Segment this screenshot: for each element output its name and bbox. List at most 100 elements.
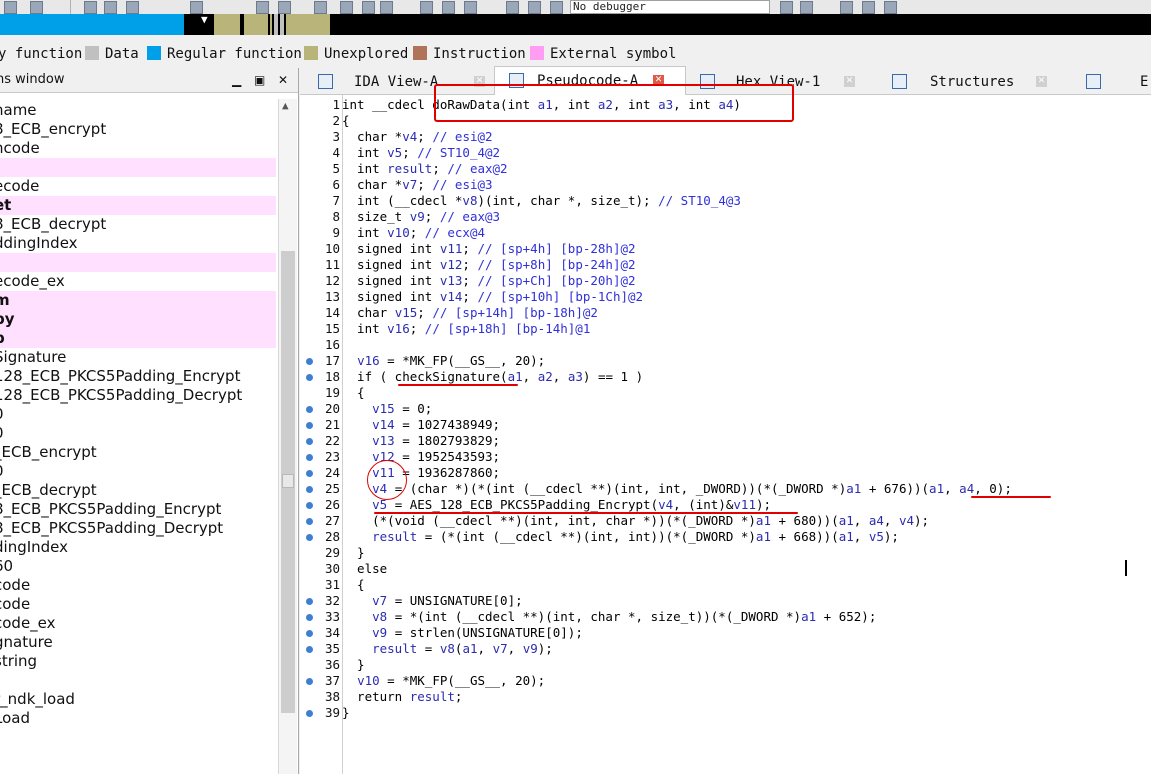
function-list-item[interactable]: gnature — [0, 633, 276, 652]
code-text[interactable]: int v10; // ecx@4 — [342, 225, 485, 241]
code-line[interactable]: 20 v15 = 0; — [300, 401, 1151, 417]
function-list-item[interactable]: Load — [0, 709, 276, 728]
code-text[interactable]: result = (*(int (__cdecl **)(int, int))(… — [342, 529, 899, 545]
code-line[interactable]: 31 { — [300, 577, 1151, 593]
function-list-item[interactable]: 0 — [0, 424, 276, 443]
code-text[interactable]: v10 = *MK_FP(__GS__, 20); — [342, 673, 545, 689]
code-line[interactable]: 24 v11 = 1936287860; — [300, 465, 1151, 481]
navigation-band[interactable]: ▼ — [0, 14, 1151, 35]
code-line[interactable]: 18 if ( checkSignature(a1, a2, a3) == 1 … — [300, 369, 1151, 385]
code-line[interactable]: 5 int result; // eax@2 — [300, 161, 1151, 177]
code-line[interactable]: 29 } — [300, 545, 1151, 561]
function-list-item[interactable]: code — [0, 576, 276, 595]
nav-segment-data[interactable] — [280, 14, 284, 35]
nav-segment-gap[interactable] — [184, 14, 214, 35]
forward-icon[interactable] — [30, 1, 43, 14]
code-line[interactable]: 7 int (__cdecl *v8)(int, char *, size_t)… — [300, 193, 1151, 209]
code-text[interactable]: v5 = AES_128_ECB_PKCS5Padding_Encrypt(v4… — [342, 497, 771, 513]
code-line[interactable]: 30 else — [300, 561, 1151, 577]
code-text[interactable]: signed int v11; // [sp+4h] [bp-28h]@2 — [342, 241, 635, 257]
code-text[interactable]: size_t v9; // eax@3 — [342, 209, 500, 225]
code-text[interactable]: v4 = (char *)(*(int (__cdecl **)(int, in… — [342, 481, 1012, 497]
function-list-item[interactable] — [0, 158, 276, 177]
code-text[interactable]: signed int v12; // [sp+8h] [bp-24h]@2 — [342, 257, 635, 273]
code-line[interactable]: 6 char *v7; // esi@3 — [300, 177, 1151, 193]
function-list-scrollbar[interactable]: ▲ — [278, 99, 297, 774]
function-list-item[interactable]: et — [0, 196, 276, 215]
close-tab-icon[interactable]: ✕ — [1036, 76, 1047, 87]
data-icon[interactable] — [340, 1, 353, 14]
debugger-select[interactable]: No debugger — [570, 0, 770, 14]
function-list-item[interactable]: _ECB_decrypt — [0, 481, 276, 500]
code-line[interactable]: 15 int v16; // [sp+18h] [bp-14h]@1 — [300, 321, 1151, 337]
code-line[interactable]: 4 int v5; // ST10_4@2 — [300, 145, 1151, 161]
code-line[interactable]: 13 signed int v14; // [sp+10h] [bp-1Ch]@… — [300, 289, 1151, 305]
code-text[interactable]: v13 = 1802793829; — [342, 433, 500, 449]
code-line[interactable]: 32 v7 = UNSIGNATURE[0]; — [300, 593, 1151, 609]
code-line[interactable]: 33 v8 = *(int (__cdecl **)(int, char *, … — [300, 609, 1151, 625]
code-text[interactable]: else — [342, 561, 387, 577]
code-text[interactable]: v8 = *(int (__cdecl **)(int, char *, siz… — [342, 609, 876, 625]
pseudocode-editor[interactable]: 1 int __cdecl doRawData(int a1, int a2, i… — [300, 95, 1151, 774]
code-text[interactable]: return result; — [342, 689, 462, 705]
function-list-item[interactable]: ecode_ex — [0, 272, 276, 291]
nav-segment-data[interactable] — [274, 14, 278, 35]
code-line[interactable]: 11 signed int v12; // [sp+8h] [bp-24h]@2 — [300, 257, 1151, 273]
function-list-item[interactable]: 60 — [0, 557, 276, 576]
nav-segment-unexplored[interactable] — [214, 14, 240, 35]
nav-segment-unexplored[interactable] — [244, 14, 268, 35]
function-list-item[interactable] — [0, 671, 276, 690]
code-line[interactable]: 14 char v15; // [sp+14h] [bp-18h]@2 — [300, 305, 1151, 321]
pause-icon[interactable] — [528, 1, 541, 14]
struct-icon[interactable] — [84, 1, 97, 14]
function-list-item[interactable]: Signature — [0, 348, 276, 367]
stop-debug-icon[interactable] — [550, 1, 563, 14]
code-line[interactable]: 26 v5 = AES_128_ECB_PKCS5Padding_Encrypt… — [300, 497, 1151, 513]
debugger-options-icon[interactable] — [780, 1, 793, 14]
code-line[interactable]: 17 v16 = *MK_FP(__GS__, 20); — [300, 353, 1151, 369]
code-text[interactable]: if ( checkSignature(a1, a2, a3) == 1 ) — [342, 369, 643, 385]
code-icon[interactable] — [314, 1, 327, 14]
strings-icon[interactable] — [862, 1, 875, 14]
code-line[interactable]: 9 int v10; // ecx@4 — [300, 225, 1151, 241]
code-text[interactable]: char *v4; // esi@2 — [342, 129, 493, 145]
code-text[interactable]: v9 = strlen(UNSIGNATURE[0]); — [342, 625, 583, 641]
code-text[interactable]: int result; // eax@2 — [342, 161, 508, 177]
patch-icon[interactable] — [420, 1, 433, 14]
code-line[interactable]: 34 v9 = strlen(UNSIGNATURE[0]); — [300, 625, 1151, 641]
code-line[interactable]: 23 v12 = 1952543593; — [300, 449, 1151, 465]
minimize-icon[interactable]: ▁ — [232, 68, 241, 92]
code-text[interactable]: char v15; // [sp+14h] [bp-18h]@2 — [342, 305, 598, 321]
restore-icon[interactable]: ▣ — [254, 68, 265, 92]
enum-icon[interactable] — [104, 1, 117, 14]
code-line[interactable]: 28 result = (*(int (__cdecl **)(int, int… — [300, 529, 1151, 545]
code-text[interactable]: v16 = *MK_FP(__GS__, 20); — [342, 353, 545, 369]
code-text[interactable]: signed int v14; // [sp+10h] [bp-1Ch]@2 — [342, 289, 643, 305]
function-list-item[interactable]: 8_ECB_PKCS5Padding_Encrypt — [0, 500, 276, 519]
function-list-item[interactable]: py — [0, 310, 276, 329]
code-line[interactable]: 37 v10 = *MK_FP(__GS__, 20); — [300, 673, 1151, 689]
array-icon[interactable] — [442, 1, 455, 14]
function-list-item[interactable]: code_ex — [0, 614, 276, 633]
code-line[interactable]: 10 signed int v11; // [sp+4h] [bp-28h]@2 — [300, 241, 1151, 257]
close-tab-icon[interactable]: ✕ — [844, 76, 855, 87]
code-line[interactable]: 3 char *v4; // esi@2 — [300, 129, 1151, 145]
code-text[interactable]: int v5; // ST10_4@2 — [342, 145, 500, 161]
code-text[interactable]: int (__cdecl *v8)(int, char *, size_t); … — [342, 193, 741, 209]
code-text[interactable]: v7 = UNSIGNATURE[0]; — [342, 593, 523, 609]
code-line[interactable]: 36 } — [300, 657, 1151, 673]
undefine-icon[interactable] — [464, 1, 477, 14]
function-list-item[interactable]: code — [0, 595, 276, 614]
code-text[interactable]: signed int v13; // [sp+Ch] [bp-20h]@2 — [342, 273, 635, 289]
function-list-item[interactable]: 0 — [0, 462, 276, 481]
code-text[interactable]: } — [342, 657, 365, 673]
code-text[interactable]: } — [342, 705, 350, 721]
function-list-item[interactable]: : — [0, 253, 276, 272]
function-list-item[interactable]: 128_ECB_PKCS5Padding_Encrypt — [0, 367, 276, 386]
code-line[interactable]: 12 signed int v13; // [sp+Ch] [bp-20h]@2 — [300, 273, 1151, 289]
function-list-item[interactable]: 8_ECB_encrypt — [0, 120, 276, 139]
function-list-item[interactable]: 128_ECB_PKCS5Padding_Decrypt — [0, 386, 276, 405]
tab-structures[interactable]: Structures ✕ — [890, 68, 1060, 94]
code-line[interactable]: 38 return result; — [300, 689, 1151, 705]
undo-icon[interactable] — [4, 1, 17, 14]
